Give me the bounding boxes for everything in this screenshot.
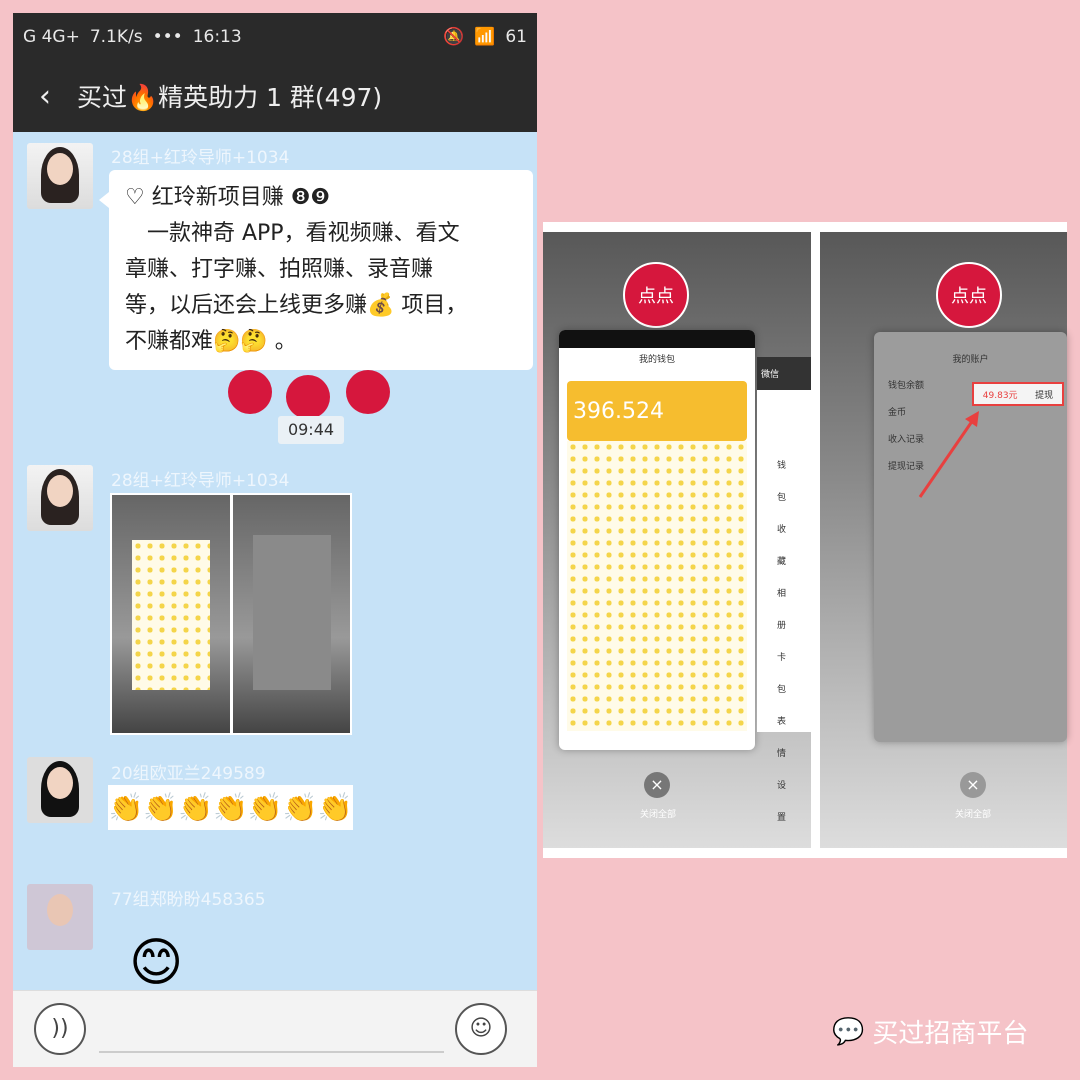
close-all-label[interactable]: 关闭全部 (920, 807, 1026, 820)
message-line: ♡ 红玲新项目赚 ❽❾ (125, 185, 331, 210)
chat-screenshot: G 4G+ 7.1K/s ••• 16:13 🔕 📶 61 ‹ 买过🔥精英助力 1 … (13, 13, 537, 1067)
mute-icon: 🔕 (443, 26, 465, 47)
timestamp: 09:44 (278, 416, 344, 444)
smile-icon[interactable]: ☺ (455, 1003, 507, 1055)
wechat-menu: 微信 钱包 收藏 相册 卡包 表情 设置 (757, 357, 811, 823)
wallet-panel: 点点 我的钱包 396.524 微信 钱包 收藏 相册 卡包 表情 设置 × 关… (543, 232, 811, 848)
emoji-message: 👏👏👏👏👏👏👏 (108, 785, 353, 830)
wechat-label: 微信 (757, 357, 811, 390)
network-speed: 7.1K/s (89, 26, 143, 47)
message-line: 一款神奇 APP，看视频赚、看文 (125, 221, 460, 246)
avatar[interactable] (27, 884, 93, 950)
watermark: 💬 买过招商平台 (832, 1013, 1028, 1050)
wallet-balance: 396.524 (567, 381, 747, 441)
avatar[interactable] (27, 757, 93, 823)
red-arrow-icon (918, 411, 979, 498)
wallet-card: 我的钱包 396.524 (559, 330, 755, 750)
diandian-logo: 点点 (623, 262, 689, 328)
menu-item: 钱包 (777, 461, 787, 503)
sender-name: 20组欧亚兰249589 (111, 764, 266, 784)
app-logo (286, 375, 330, 419)
menu-item: 收藏 (777, 525, 787, 567)
input-bar: )) ☺ (13, 990, 537, 1067)
menu-item: 表情 (777, 717, 787, 759)
wifi-icon: 📶 (474, 26, 496, 47)
close-icon[interactable]: × (644, 772, 670, 798)
sender-name: 77组郑盼盼458365 (111, 890, 266, 910)
chevron-left-icon[interactable]: ‹ (13, 79, 77, 114)
message-line: 等，以后还会上线更多赚💰 项目， (125, 293, 468, 318)
menu-item: 设置 (777, 781, 787, 823)
chat-title: 买过🔥精英助力 1 群(497) (77, 83, 383, 112)
balance-highlight: 49.83元 提现 (972, 382, 1064, 406)
rabbit-sticker: 😊 (129, 933, 184, 993)
menu-item: 相册 (777, 589, 787, 631)
message-input[interactable] (99, 1051, 444, 1053)
withdraw-button[interactable]: 提现 (1035, 388, 1053, 401)
app-logo (228, 370, 272, 414)
sender-name: 28组+红玲导师+1034 (111, 471, 290, 491)
avatar[interactable] (27, 465, 93, 531)
account-panel: 点点 我的账户 钱包余额 金币 收入记录 提现记录 49.83元 提现 × 关闭… (820, 232, 1067, 848)
account-card: 我的账户 钱包余额 金币 收入记录 提现记录 49.83元 提现 (874, 332, 1067, 742)
sender-name: 28组+红玲导师+1034 (111, 148, 290, 168)
battery-level: 61 (505, 26, 527, 47)
wallet-title: 我的钱包 (638, 355, 675, 365)
account-title: 我的账户 (952, 355, 989, 365)
avatar[interactable] (27, 143, 93, 209)
voice-icon[interactable]: )) (34, 1003, 86, 1055)
close-all-label[interactable]: 关闭全部 (543, 807, 773, 820)
watermark-text: 买过招商平台 (872, 1019, 1029, 1049)
image-message[interactable] (110, 493, 352, 735)
message-bubble: ♡ 红玲新项目赚 ❽❾ 一款神奇 APP，看视频赚、看文 章赚、打字赚、拍照赚、… (99, 170, 533, 370)
status-bar: G 4G+ 7.1K/s ••• 16:13 🔕 📶 61 (13, 13, 537, 60)
menu-item: 卡包 (777, 653, 787, 695)
wechat-icon: 💬 (832, 1016, 865, 1047)
app-screenshot: 点点 我的钱包 396.524 微信 钱包 收藏 相册 卡包 表情 设置 × 关… (543, 222, 1067, 858)
close-icon[interactable]: × (960, 772, 986, 798)
message-line: 章赚、打字赚、拍照赚、录音赚 (125, 257, 434, 282)
chat-header: ‹ 买过🔥精英助力 1 群(497) (13, 60, 537, 132)
diandian-logo: 点点 (936, 262, 1002, 328)
app-logo (346, 370, 390, 414)
balance-value: 49.83元 (982, 390, 1018, 401)
message-line: 不赚都难🤔🤔 。 (125, 329, 297, 354)
clock: 16:13 (192, 26, 242, 47)
network-indicator: G 4G+ (23, 26, 80, 47)
more-indicator: ••• (152, 26, 183, 47)
